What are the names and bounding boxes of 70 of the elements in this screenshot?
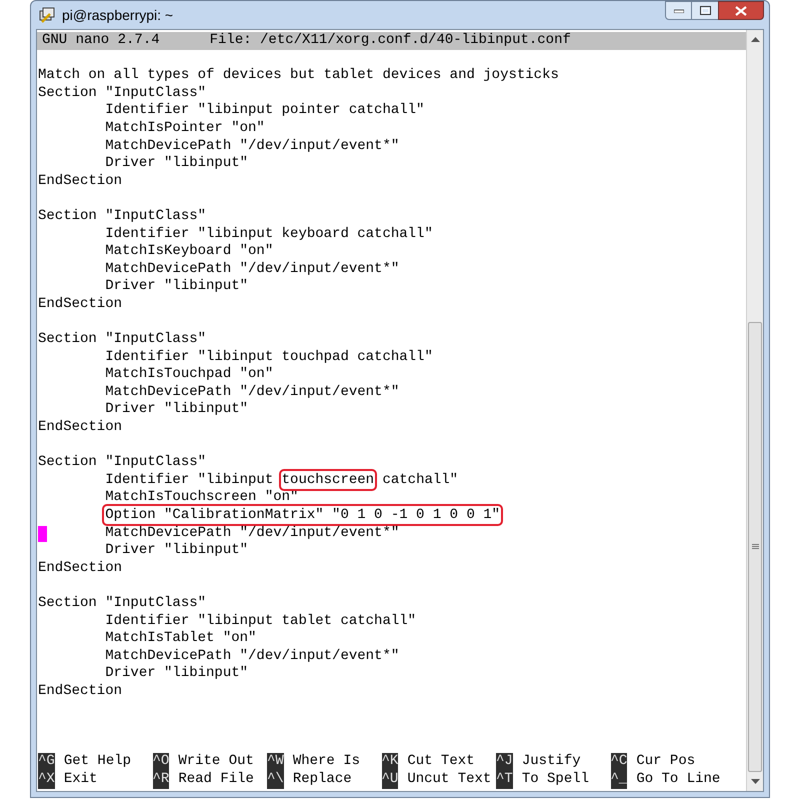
code-line: MatchIsTouchpad "on" <box>104 366 274 382</box>
shortcut-key: ^G <box>38 753 55 771</box>
highlighted-code: touchscreen <box>282 472 374 488</box>
code-line: Driver "libinput" <box>104 155 248 172</box>
shortcut-key: ^C <box>610 753 628 771</box>
code-line: Identifier "libinput touchpad catchall" <box>104 348 433 365</box>
minimize-icon <box>674 8 684 12</box>
shortcut-key: ^O <box>152 753 170 771</box>
code-line: MatchDevicePath "/dev/input/event*" <box>104 384 400 400</box>
shortcut-label: Cut Text <box>407 753 475 771</box>
maximize-button[interactable] <box>692 1 718 20</box>
window-title: pi@raspberrypi: ~ <box>62 6 174 25</box>
shortcut-key: ^T <box>496 770 513 789</box>
code-line: Section "InputClass" <box>38 84 206 101</box>
minimize-button[interactable] <box>665 1 692 20</box>
code-line: MatchIsPointer "on" <box>104 120 265 136</box>
code-line: MatchIsTouchscreen "on" <box>104 489 298 506</box>
highlighted-code: Option "CalibrationMatrix" "0 1 0 -1 0 1 0 0 1" <box>105 507 500 524</box>
code-line: EndSection <box>38 682 122 699</box>
shortcut-key: ^X <box>38 770 55 789</box>
scroll-up-icon[interactable] <box>750 36 760 42</box>
code-line: EndSection <box>38 419 122 436</box>
shortcut-key: ^J <box>496 753 513 771</box>
shortcut-label: Write Out <box>178 753 254 771</box>
code-line: Section "InputClass" <box>38 208 206 224</box>
shortcut-key: ^U <box>382 770 398 789</box>
code-line: EndSection <box>38 172 122 189</box>
code-line: MatchDevicePath "/dev/input/event*" <box>104 260 400 277</box>
shortcut-label: Get Help <box>64 753 132 771</box>
code-line: Identifier "libinput tablet catchall" <box>104 612 416 629</box>
code-line: EndSection <box>38 296 122 312</box>
code-line: MatchDevicePath "/dev/input/event*" <box>104 138 400 154</box>
shortcut-label: Go To Line <box>636 770 720 789</box>
shortcut-label: Justify <box>522 753 581 771</box>
scroll-down-icon[interactable] <box>750 779 760 785</box>
code-line: Driver "libinput" <box>104 665 248 682</box>
code-text: Identifier "libinput <box>104 472 274 488</box>
shortcut-label: Exit <box>64 770 98 789</box>
shortcut-label: To Spell <box>522 770 590 789</box>
shortcut-key: ^W <box>267 753 284 771</box>
code-text: catchall" <box>381 472 458 488</box>
code-line: Section "InputClass" <box>38 595 206 611</box>
maximize-icon <box>700 6 710 15</box>
code-line: Section "InputClass" <box>38 454 206 470</box>
shortcut-label: Read File <box>178 770 254 789</box>
code-line: MatchIsKeyboard "on" <box>104 243 274 260</box>
shortcut-label: Where Is <box>292 753 360 771</box>
shortcut-label: Uncut Text <box>407 770 492 789</box>
shortcut-label: Replace <box>292 770 352 789</box>
code-line: Identifier "libinput keyboard catchall" <box>104 226 433 242</box>
close-button[interactable] <box>718 1 764 20</box>
editor-version: GNU nano 2.7.4 <box>42 32 160 50</box>
close-icon <box>735 6 747 16</box>
code-line: Section "InputClass" <box>38 331 206 348</box>
code-line: Match on all types of devices but tablet devices and joysticks <box>38 67 559 84</box>
shortcut-key: ^\ <box>267 770 284 789</box>
code-line: Driver "libinput" <box>104 278 248 294</box>
code-line: MatchIsTablet "on" <box>104 630 256 646</box>
code-line: MatchDevicePath "/dev/input/event*" <box>105 524 400 541</box>
code-line: EndSection <box>38 560 122 576</box>
code-line: Identifier "libinput pointer catchall" <box>104 102 424 118</box>
code-line: MatchDevicePath "/dev/input/event*" <box>104 648 400 664</box>
shortcut-key: ^R <box>152 770 170 789</box>
text-cursor <box>38 526 47 542</box>
file-path: File: /etc/X11/xorg.conf.d/40-libinput.conf <box>210 32 571 50</box>
shortcut-label: Cur Pos <box>636 753 696 771</box>
grip-icon <box>752 544 758 550</box>
terminal-app-icon <box>38 6 56 24</box>
code-line: Driver "libinput" <box>104 542 248 558</box>
code-line: Driver "libinput" <box>104 401 248 418</box>
